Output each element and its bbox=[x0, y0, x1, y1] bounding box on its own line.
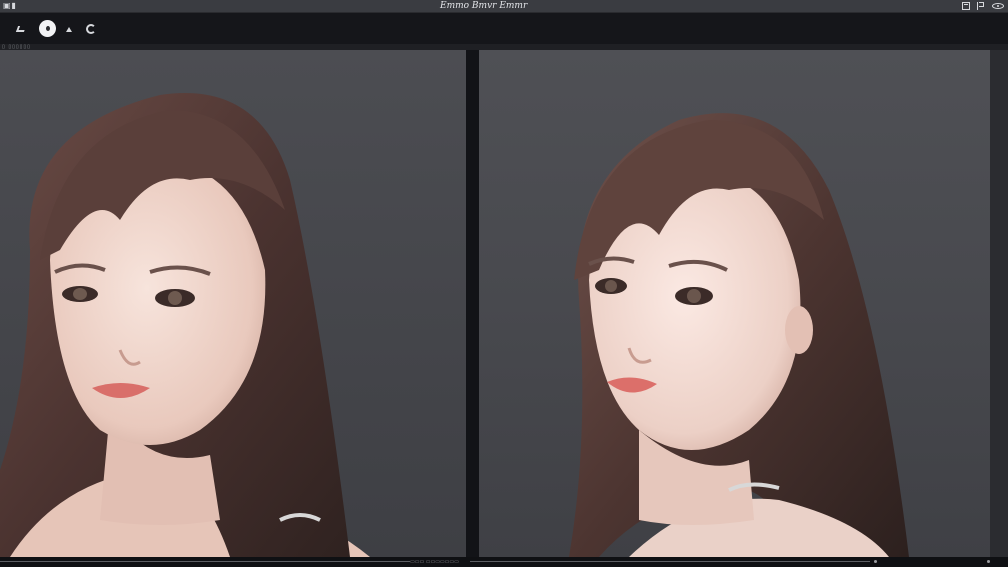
eye-icon[interactable] bbox=[992, 3, 1004, 9]
window-controls bbox=[962, 1, 1004, 11]
canvas-left[interactable] bbox=[0, 50, 466, 557]
status-dot bbox=[874, 560, 877, 563]
window-menu-icon[interactable]: ▣▮ bbox=[3, 1, 17, 10]
toolbar bbox=[0, 13, 1008, 44]
title-bar: ▣▮ Emmo Bmvr Emmr bbox=[0, 0, 1008, 13]
portrait-image-left bbox=[0, 93, 370, 557]
brush-icon[interactable] bbox=[14, 22, 28, 36]
status-divider bbox=[470, 561, 870, 562]
arrow-up-icon[interactable] bbox=[62, 22, 76, 36]
portrait-image-right bbox=[569, 113, 909, 557]
side-panel-strip[interactable] bbox=[990, 50, 1008, 557]
canvas-right[interactable] bbox=[479, 50, 990, 557]
status-bar: ▭▭▭ ▭▭▭▭▭▭▭ bbox=[0, 557, 1008, 567]
status-divider bbox=[0, 561, 410, 562]
window-title: Emmo Bmvr Emmr bbox=[440, 1, 528, 11]
window-icon[interactable] bbox=[962, 2, 970, 10]
circle-cursor-icon[interactable] bbox=[39, 20, 56, 37]
status-indicator-left: ▭▭▭ ▭▭▭▭▭▭▭ bbox=[410, 559, 459, 565]
status-dot bbox=[987, 560, 990, 563]
flag-icon[interactable] bbox=[977, 2, 985, 10]
panel-divider[interactable] bbox=[466, 50, 479, 557]
rotate-icon[interactable] bbox=[84, 22, 98, 36]
